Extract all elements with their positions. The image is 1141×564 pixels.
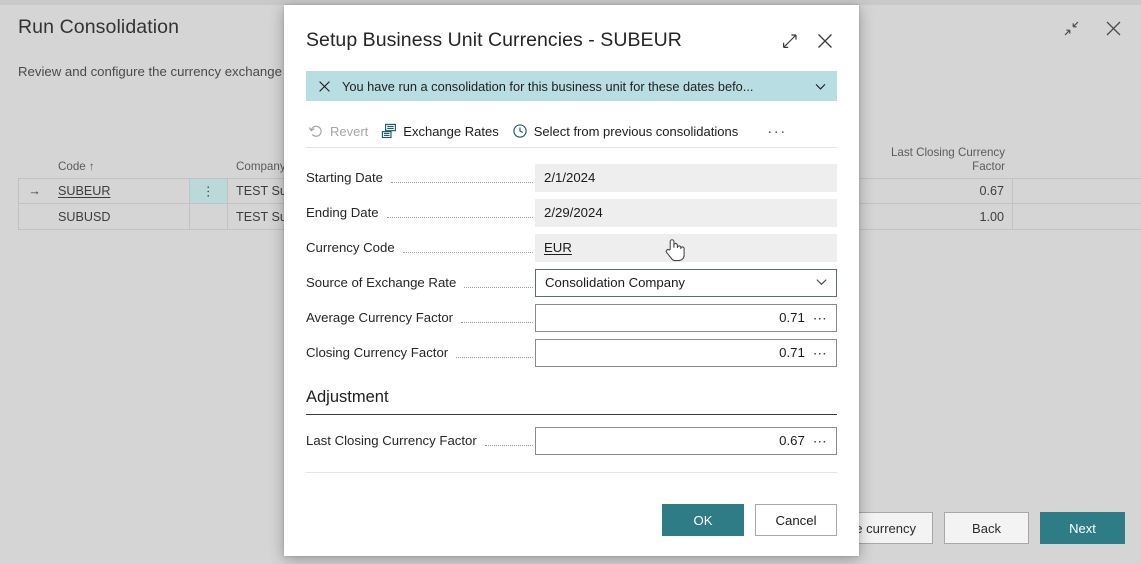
- dialog-toolbar: Revert Exchange Rates Select from previo…: [306, 115, 837, 148]
- lookup-ellipsis-icon[interactable]: ⋯: [813, 434, 828, 448]
- starting-date-label: Starting Date: [306, 170, 389, 185]
- dialog-footer: OK Cancel: [284, 484, 859, 556]
- notification-bar: You have run a consolidation for this bu…: [306, 71, 837, 101]
- lookup-ellipsis-icon[interactable]: ⋯: [813, 346, 828, 360]
- cell-last-closing-currency-factor: 0.67: [848, 179, 1013, 203]
- currency-code-value[interactable]: EUR: [535, 234, 837, 262]
- expand-icon[interactable]: [775, 27, 803, 55]
- adjustment-section-heading: Adjustment: [306, 388, 837, 415]
- field-row-ending-date: Ending Date 2/29/2024: [306, 195, 837, 230]
- last-closing-currency-factor-label: Last Closing Currency Factor: [306, 433, 483, 448]
- ending-date-label: Ending Date: [306, 205, 385, 220]
- exchange-rates-button[interactable]: Exchange Rates: [379, 118, 509, 144]
- page-title: Run Consolidation: [18, 16, 179, 39]
- dot-leader: [464, 287, 533, 288]
- close-icon[interactable]: [1099, 14, 1127, 42]
- source-of-exchange-rate-label: Source of Exchange Rate: [306, 275, 462, 290]
- lookup-ellipsis-icon[interactable]: ⋯: [813, 311, 828, 325]
- field-row-source-of-exchange-rate: Source of Exchange Rate Consolidation Co…: [306, 265, 837, 300]
- revert-button: Revert: [306, 118, 379, 144]
- currency-code-label: Currency Code: [306, 240, 401, 255]
- row-indicator: [18, 204, 50, 229]
- select-from-previous-consolidations-label: Select from previous consolidations: [534, 124, 739, 139]
- page-subtitle: Review and configure the currency exchan…: [18, 64, 282, 79]
- row-indicator: →: [18, 179, 50, 203]
- field-row-closing-currency-factor: Closing Currency Factor 0.71 ⋯: [306, 335, 837, 370]
- dot-leader: [461, 322, 533, 323]
- close-icon[interactable]: [318, 80, 331, 93]
- dot-leader: [456, 357, 533, 358]
- row-menu-icon[interactable]: ⋯: [190, 179, 228, 203]
- grid-header-last-closing-currency-factor[interactable]: Last Closing Currency Factor: [848, 146, 1013, 178]
- dialog-header: Setup Business Unit Currencies - SUBEUR: [284, 5, 859, 55]
- closing-currency-factor-input[interactable]: 0.71 ⋯: [535, 339, 837, 367]
- close-icon[interactable]: [811, 27, 839, 55]
- cell-code[interactable]: SUBEUR: [50, 179, 190, 203]
- source-of-exchange-rate-select[interactable]: Consolidation Company: [535, 269, 837, 297]
- field-row-last-closing-currency-factor: Last Closing Currency Factor 0.67 ⋯: [306, 423, 837, 458]
- dialog-title: Setup Business Unit Currencies - SUBEUR: [306, 25, 775, 52]
- chevron-down-icon[interactable]: [806, 80, 827, 93]
- window-controls: [1057, 14, 1127, 42]
- dot-leader: [485, 445, 533, 446]
- revert-label: Revert: [330, 124, 368, 139]
- average-currency-factor-input[interactable]: 0.71 ⋯: [535, 304, 837, 332]
- cancel-button[interactable]: Cancel: [755, 504, 837, 536]
- wizard-footer: ure currency Back Next: [827, 512, 1125, 544]
- next-button[interactable]: Next: [1040, 512, 1125, 544]
- closing-currency-factor-value: 0.71: [779, 345, 805, 360]
- row-menu-icon[interactable]: [190, 204, 228, 229]
- select-from-previous-consolidations-button[interactable]: Select from previous consolidations: [510, 118, 750, 144]
- setup-business-unit-currencies-dialog: Setup Business Unit Currencies - SUBEUR: [284, 5, 859, 556]
- restore-down-icon[interactable]: [1057, 14, 1085, 42]
- last-closing-currency-factor-input[interactable]: 0.67 ⋯: [535, 427, 837, 455]
- ending-date-value[interactable]: 2/29/2024: [535, 199, 837, 227]
- source-of-exchange-rate-value: Consolidation Company: [545, 275, 685, 290]
- dialog-window-controls: [775, 27, 839, 55]
- section-divider: [306, 472, 837, 473]
- field-row-currency-code: Currency Code EUR: [306, 230, 837, 265]
- starting-date-value[interactable]: 2/1/2024: [535, 164, 837, 192]
- grid-header-code[interactable]: Code ↑: [50, 160, 190, 178]
- chevron-down-icon[interactable]: [815, 275, 828, 291]
- field-row-average-currency-factor: Average Currency Factor 0.71 ⋯: [306, 300, 837, 335]
- more-options-icon[interactable]: ···: [759, 118, 795, 144]
- dialog-body: Starting Date 2/1/2024 Ending Date 2/29/…: [284, 148, 859, 484]
- dot-leader: [403, 252, 533, 253]
- notification-text: You have run a consolidation for this bu…: [342, 79, 806, 94]
- cell-code[interactable]: SUBUSD: [50, 204, 190, 229]
- back-button[interactable]: Back: [944, 512, 1029, 544]
- closing-currency-factor-label: Closing Currency Factor: [306, 345, 454, 360]
- exchange-rates-label: Exchange Rates: [403, 124, 498, 139]
- cell-last-closing-currency-factor: 1.00: [848, 204, 1013, 229]
- field-row-starting-date: Starting Date 2/1/2024: [306, 160, 837, 195]
- dot-leader: [391, 182, 533, 183]
- dot-leader: [387, 217, 533, 218]
- last-closing-currency-factor-value: 0.67: [779, 433, 805, 448]
- average-currency-factor-label: Average Currency Factor: [306, 310, 459, 325]
- ok-button[interactable]: OK: [662, 504, 744, 536]
- average-currency-factor-value: 0.71: [779, 310, 805, 325]
